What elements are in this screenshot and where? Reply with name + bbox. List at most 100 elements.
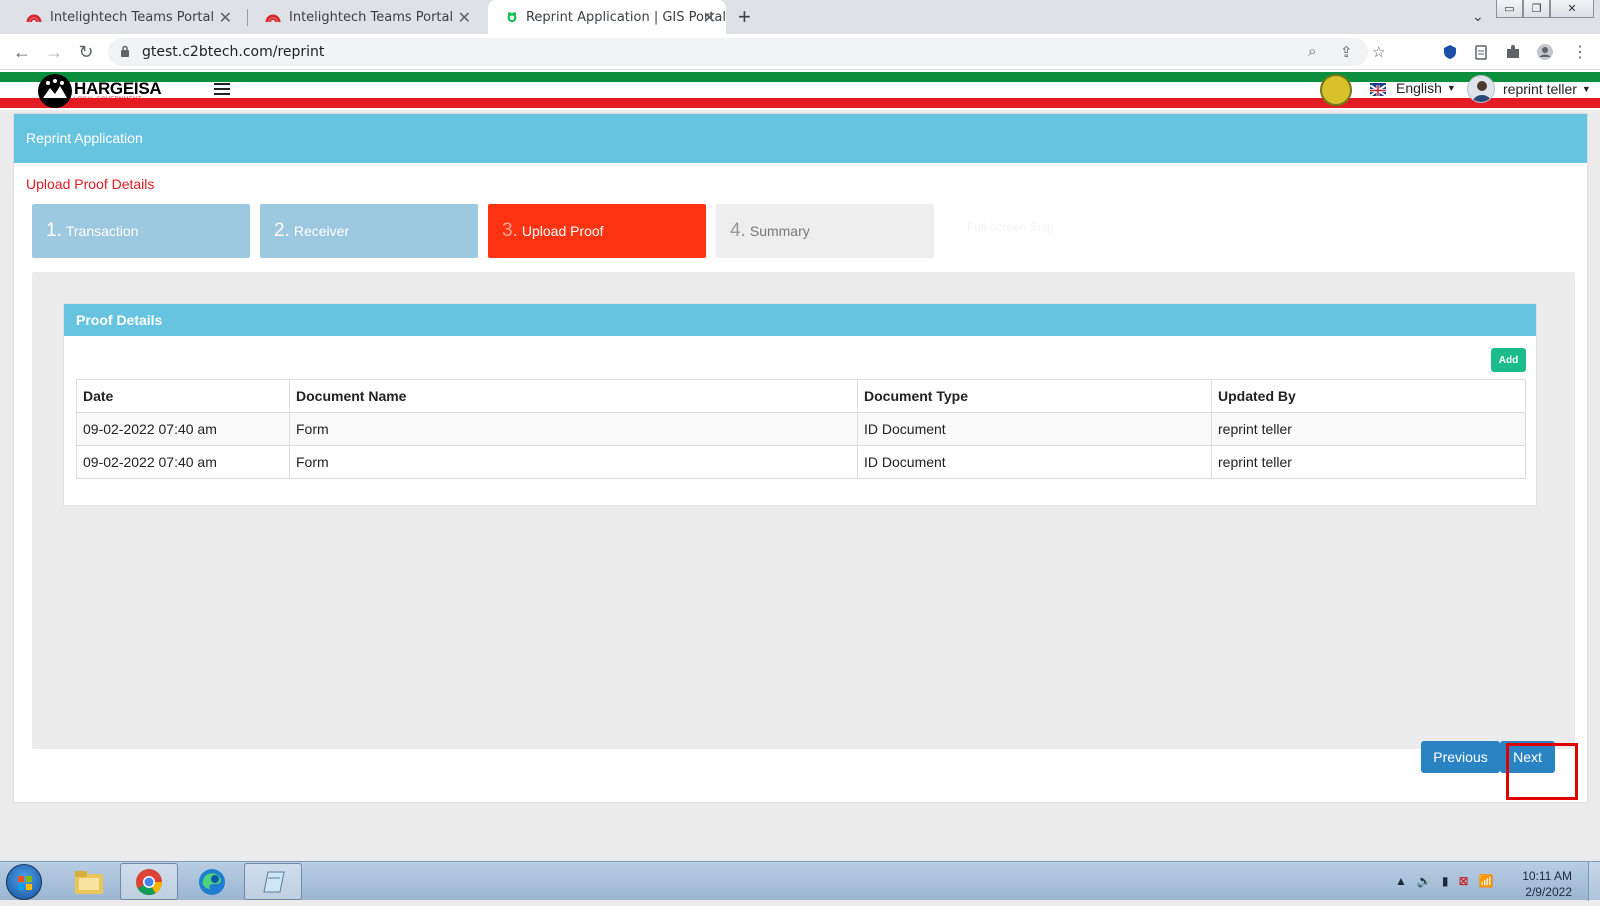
step-label: Upload Proof — [521, 223, 604, 239]
network-error-icon[interactable]: ⊠ — [1458, 874, 1468, 888]
url-text: gtest.c2btech.com/reprint — [142, 44, 325, 60]
wizard-step-transaction[interactable]: 1. Transaction — [32, 204, 250, 258]
volume-icon[interactable]: 🔊 — [1417, 874, 1432, 888]
share-icon[interactable]: ⇪ — [1340, 43, 1353, 61]
browser-tab-bar: Intelightech Teams Portal ✕ Intelightech… — [0, 0, 1600, 34]
logo-title: HARGEISA — [74, 78, 162, 98]
hargeisa-logo[interactable]: HARGEISA LOCAL GOVERNMENT — [38, 74, 162, 108]
forward-arrow-icon[interactable]: → — [42, 40, 66, 64]
next-button-highlight-box — [1506, 743, 1578, 800]
step-number: 3. — [502, 220, 518, 241]
window-close-icon[interactable]: ✕ — [1550, 0, 1594, 18]
system-tray: ▲ 🔊 ▮ ⊠ 📶 — [1395, 874, 1493, 888]
column-header-document-name[interactable]: Document Name — [289, 379, 858, 413]
new-tab-plus-icon[interactable]: + — [738, 4, 751, 30]
app-header: HARGEISA LOCAL GOVERNMENT English ▼ repr… — [0, 70, 1600, 110]
column-header-updated-by[interactable]: Updated By — [1211, 379, 1526, 413]
window-controls: ▭ ❐ ✕ — [1496, 0, 1594, 18]
proof-details-box: Proof Details Add Date Document Name Doc… — [63, 303, 1537, 506]
tab-close-icon[interactable]: ✕ — [458, 8, 471, 27]
bookmark-star-icon[interactable]: ☆ — [1372, 43, 1385, 61]
tab-title: Intelightech Teams Portal — [289, 9, 454, 25]
taskbar-edge[interactable] — [183, 863, 241, 900]
wizard-step-summary[interactable]: 4. Summary — [716, 204, 934, 258]
wizard-step-receiver[interactable]: 2. Receiver — [260, 204, 478, 258]
back-arrow-icon[interactable]: ← — [10, 40, 34, 64]
table-row[interactable]: 09-02-2022 07:40 am Form ID Document rep… — [76, 445, 1526, 479]
cell-document-name: Form — [289, 445, 858, 479]
step-number: 4. — [730, 220, 746, 241]
language-label: English — [1396, 80, 1442, 96]
language-selector[interactable]: English ▼ — [1369, 80, 1456, 97]
caret-down-icon: ▼ — [1581, 84, 1591, 94]
tab-favicon-icon — [507, 12, 517, 23]
taskbar-clock[interactable]: 10:11 AM 2/9/2022 — [1512, 868, 1572, 900]
reload-icon[interactable]: ↻ — [74, 40, 98, 64]
table-row[interactable]: 09-02-2022 07:40 am Form ID Document rep… — [76, 412, 1526, 446]
battery-icon[interactable]: ▮ — [1442, 874, 1449, 888]
caret-down-icon: ▼ — [1446, 83, 1456, 93]
logo-emblem-icon — [38, 74, 72, 108]
user-menu[interactable]: reprint teller ▼ — [1467, 75, 1591, 103]
restore-icon[interactable]: ❐ — [1523, 0, 1550, 18]
cell-date: 09-02-2022 07:40 am — [76, 412, 290, 446]
taskbar-snipping-tool[interactable] — [244, 863, 302, 900]
step-label: Transaction — [65, 223, 139, 239]
windows-taskbar: ▲ 🔊 ▮ ⊠ 📶 10:11 AM 2/9/2022 — [0, 861, 1600, 901]
lock-icon — [121, 45, 129, 57]
start-button[interactable] — [6, 864, 42, 900]
show-desktop-button[interactable] — [1588, 862, 1600, 901]
tab-favicon-icon — [26, 14, 42, 23]
step-label: Summary — [749, 223, 810, 239]
clock-date: 2/9/2022 — [1525, 885, 1572, 899]
proof-table: Date Document Name Document Type Updated… — [76, 379, 1526, 479]
column-header-document-type[interactable]: Document Type — [857, 379, 1212, 413]
cell-updated-by: reprint teller — [1211, 445, 1526, 479]
browser-tab-3-active[interactable]: Reprint Application | GIS Portal ✕ — [488, 0, 726, 34]
table-header-row: Date Document Name Document Type Updated… — [76, 379, 1526, 413]
reprint-panel: Reprint Application Upload Proof Details… — [13, 113, 1588, 803]
windows-logo-icon — [18, 876, 32, 890]
address-bar[interactable]: gtest.c2btech.com/reprint ⌕ ⇪ ☆ — [108, 38, 1385, 66]
clock-time: 10:11 AM — [1522, 869, 1572, 883]
snip-overlay-text: Full-screen Snip — [967, 220, 1054, 234]
extensions-puzzle-icon[interactable] — [1504, 43, 1522, 61]
tray-expand-icon[interactable]: ▲ — [1395, 874, 1407, 888]
user-avatar — [1467, 75, 1495, 103]
cell-document-name: Form — [289, 412, 858, 446]
tab-title: Intelightech Teams Portal — [50, 9, 215, 25]
extension-shield-icon[interactable] — [1441, 43, 1459, 61]
user-name: reprint teller — [1503, 81, 1577, 97]
step-label: Receiver — [293, 223, 350, 239]
tab-close-icon[interactable]: ✕ — [703, 8, 716, 27]
tab-favicon-icon — [265, 14, 281, 23]
step-number: 1. — [46, 220, 62, 241]
extension-clipboard-icon[interactable] — [1472, 43, 1490, 61]
taskbar-chrome[interactable] — [120, 863, 178, 900]
tab-search-chevron-icon[interactable]: ⌄ — [1472, 8, 1484, 25]
cell-updated-by: reprint teller — [1211, 412, 1526, 446]
taskbar-file-explorer[interactable] — [60, 863, 118, 900]
wizard-step-upload-proof[interactable]: 3. Upload Proof — [488, 204, 706, 258]
folder-icon — [75, 870, 103, 894]
government-emblem-icon — [1320, 74, 1352, 106]
add-button[interactable]: Add — [1491, 348, 1526, 372]
browser-tab-1[interactable]: Intelightech Teams Portal ✕ — [8, 0, 242, 34]
column-header-date[interactable]: Date — [76, 379, 290, 413]
profile-icon[interactable] — [1536, 43, 1554, 61]
tab-close-icon[interactable]: ✕ — [219, 8, 232, 27]
signal-icon[interactable]: 📶 — [1479, 874, 1494, 888]
flag-stripe-green — [0, 72, 1600, 82]
snipping-tool-icon — [263, 871, 285, 892]
browser-toolbar: ← → ↻ gtest.c2btech.com/reprint ⌕ ⇪ ☆ ⋮ — [0, 34, 1600, 70]
cell-document-type: ID Document — [857, 412, 1212, 446]
chrome-icon — [136, 868, 163, 895]
minimize-icon[interactable]: ▭ — [1496, 0, 1523, 18]
browser-menu-icon[interactable]: ⋮ — [1568, 40, 1592, 64]
zoom-icon[interactable]: ⌕ — [1308, 43, 1316, 60]
browser-tab-2[interactable]: Intelightech Teams Portal ✕ — [247, 0, 481, 34]
cell-date: 09-02-2022 07:40 am — [76, 445, 290, 479]
section-label: Upload Proof Details — [26, 176, 155, 192]
hamburger-menu-icon[interactable] — [214, 83, 230, 98]
previous-button[interactable]: Previous — [1421, 741, 1500, 773]
